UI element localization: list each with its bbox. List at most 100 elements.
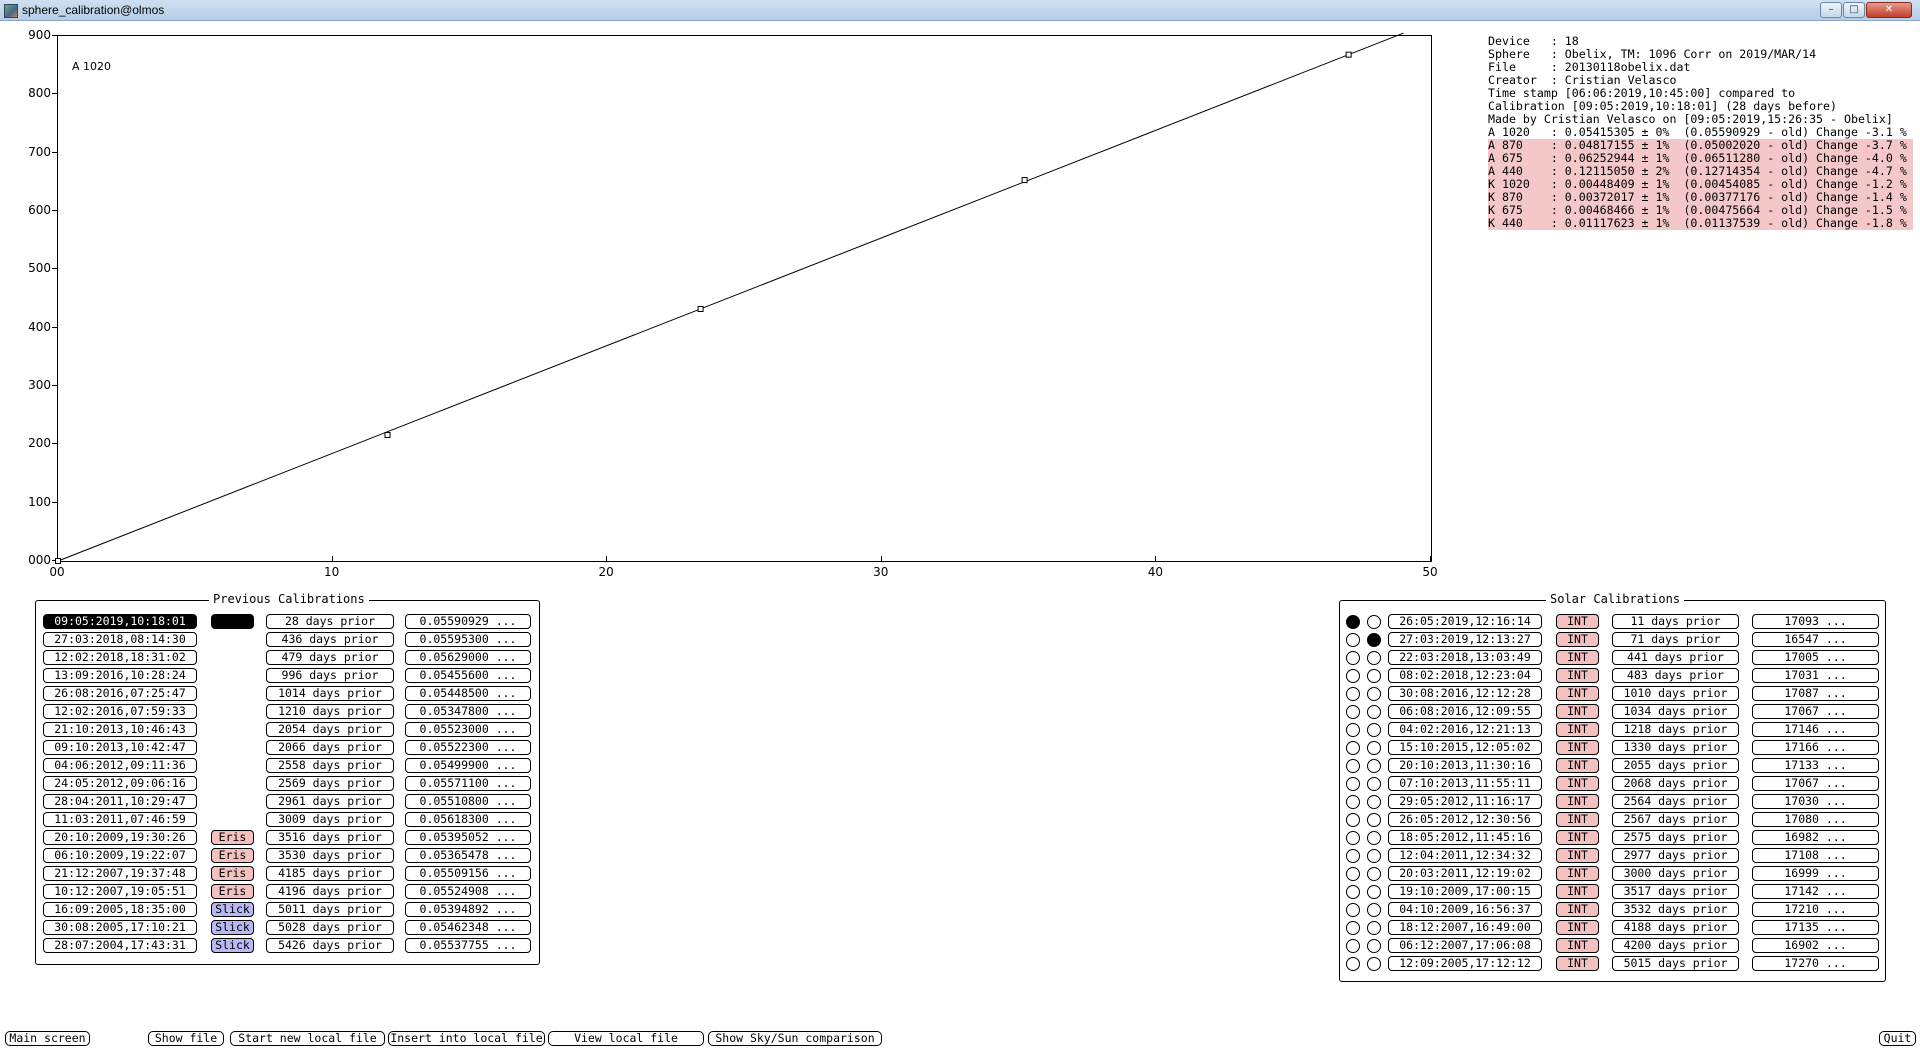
solar-value-button[interactable]: 17030 ... <box>1752 794 1879 809</box>
first-selection-radio[interactable] <box>1346 867 1360 881</box>
calibration-value-button[interactable]: 0.05595300 ... <box>405 632 531 647</box>
solar-type-tag[interactable]: INT <box>1556 830 1599 845</box>
second-selection-radio[interactable] <box>1367 867 1381 881</box>
calibration-date-button[interactable]: 30:08:2005,17:10:21 <box>43 920 197 935</box>
second-selection-radio[interactable] <box>1367 777 1381 791</box>
solar-type-tag[interactable]: INT <box>1556 866 1599 881</box>
solar-date-button[interactable]: 26:05:2012,12:30:56 <box>1388 812 1542 827</box>
solar-value-button[interactable]: 17031 ... <box>1752 668 1879 683</box>
solar-value-button[interactable]: 17005 ... <box>1752 650 1879 665</box>
solar-date-button[interactable]: 15:10:2015,12:05:02 <box>1388 740 1542 755</box>
solar-value-button[interactable]: 17108 ... <box>1752 848 1879 863</box>
solar-value-button[interactable]: 17093 ... <box>1752 614 1879 629</box>
calibration-value-button[interactable]: 0.05448500 ... <box>405 686 531 701</box>
first-selection-radio[interactable] <box>1346 651 1360 665</box>
quit-button[interactable]: Quit <box>1879 1031 1916 1046</box>
calibration-date-button[interactable]: 04:06:2012,09:11:36 <box>43 758 197 773</box>
second-selection-radio[interactable] <box>1367 759 1381 773</box>
calibration-date-button[interactable]: 24:05:2012,09:06:16 <box>43 776 197 791</box>
calibration-date-button[interactable]: 12:02:2016,07:59:33 <box>43 704 197 719</box>
solar-type-tag[interactable]: INT <box>1556 776 1599 791</box>
second-selection-radio[interactable] <box>1367 795 1381 809</box>
second-selection-radio[interactable] <box>1367 723 1381 737</box>
solar-date-button[interactable]: 12:04:2011,12:34:32 <box>1388 848 1542 863</box>
solar-type-tag[interactable]: INT <box>1556 920 1599 935</box>
first-selection-radio[interactable] <box>1346 885 1360 899</box>
solar-value-button[interactable]: 17146 ... <box>1752 722 1879 737</box>
calibration-date-button[interactable]: 12:02:2018,18:31:02 <box>43 650 197 665</box>
solar-date-button[interactable]: 18:05:2012,11:45:16 <box>1388 830 1542 845</box>
calibration-date-button[interactable]: 20:10:2009,19:30:26 <box>43 830 197 845</box>
solar-value-button[interactable]: 17067 ... <box>1752 776 1879 791</box>
first-selection-radio[interactable] <box>1346 759 1360 773</box>
solar-date-button[interactable]: 04:02:2016,12:21:13 <box>1388 722 1542 737</box>
calibration-value-button[interactable]: 0.05462348 ... <box>405 920 531 935</box>
solar-value-button[interactable]: 17270 ... <box>1752 956 1879 971</box>
second-selection-radio[interactable] <box>1367 885 1381 899</box>
calibration-date-button[interactable]: 10:12:2007,19:05:51 <box>43 884 197 899</box>
solar-type-tag[interactable]: INT <box>1556 740 1599 755</box>
solar-type-tag[interactable]: INT <box>1556 794 1599 809</box>
calibration-source-tag[interactable]: Eris <box>211 884 254 899</box>
calibration-source-tag[interactable]: Eris <box>211 848 254 863</box>
solar-value-button[interactable]: 17080 ... <box>1752 812 1879 827</box>
second-selection-radio[interactable] <box>1367 939 1381 953</box>
solar-date-button[interactable]: 30:08:2016,12:12:28 <box>1388 686 1542 701</box>
first-selection-radio[interactable] <box>1346 957 1360 971</box>
first-selection-radio[interactable] <box>1346 813 1360 827</box>
first-selection-radio[interactable] <box>1346 741 1360 755</box>
calibration-value-button[interactable]: 0.05365478 ... <box>405 848 531 863</box>
calibration-source-tag[interactable]: Eris <box>211 866 254 881</box>
solar-value-button[interactable]: 16902 ... <box>1752 938 1879 953</box>
first-selection-radio[interactable] <box>1346 903 1360 917</box>
first-selection-radio[interactable] <box>1346 669 1360 683</box>
solar-type-tag[interactable]: INT <box>1556 650 1599 665</box>
calibration-value-button[interactable]: 0.05590929 ... <box>405 614 531 629</box>
calibration-date-button[interactable]: 21:10:2013,10:46:43 <box>43 722 197 737</box>
close-button[interactable]: ✕ <box>1866 2 1912 18</box>
first-selection-radio[interactable] <box>1346 849 1360 863</box>
calibration-value-button[interactable]: 0.05523000 ... <box>405 722 531 737</box>
solar-date-button[interactable]: 26:05:2019,12:16:14 <box>1388 614 1542 629</box>
solar-value-button[interactable]: 17067 ... <box>1752 704 1879 719</box>
solar-type-tag[interactable]: INT <box>1556 704 1599 719</box>
first-selection-radio[interactable] <box>1346 921 1360 935</box>
solar-date-button[interactable]: 18:12:2007,16:49:00 <box>1388 920 1542 935</box>
show-file-button[interactable]: Show file <box>148 1031 224 1046</box>
solar-type-tag[interactable]: INT <box>1556 722 1599 737</box>
solar-value-button[interactable]: 16982 ... <box>1752 830 1879 845</box>
first-selection-radio[interactable] <box>1346 687 1360 701</box>
solar-value-button[interactable]: 17135 ... <box>1752 920 1879 935</box>
solar-value-button[interactable]: 17166 ... <box>1752 740 1879 755</box>
calibration-source-tag[interactable]: Slick <box>211 920 254 935</box>
calibration-source-tag[interactable]: Slick <box>211 902 254 917</box>
first-selection-radio[interactable] <box>1346 831 1360 845</box>
second-selection-radio[interactable] <box>1367 813 1381 827</box>
solar-value-button[interactable]: 17210 ... <box>1752 902 1879 917</box>
calibration-value-button[interactable]: 0.05537755 ... <box>405 938 531 953</box>
second-selection-radio[interactable] <box>1367 957 1381 971</box>
solar-value-button[interactable]: 17133 ... <box>1752 758 1879 773</box>
solar-date-button[interactable]: 06:12:2007,17:06:08 <box>1388 938 1542 953</box>
calibration-date-button[interactable]: 16:09:2005,18:35:00 <box>43 902 197 917</box>
maximize-button[interactable]: □ <box>1843 2 1865 18</box>
solar-date-button[interactable]: 07:10:2013,11:55:11 <box>1388 776 1542 791</box>
second-selection-radio[interactable] <box>1367 849 1381 863</box>
second-selection-radio[interactable] <box>1367 669 1381 683</box>
solar-date-button[interactable]: 19:10:2009,17:00:15 <box>1388 884 1542 899</box>
second-selection-radio[interactable] <box>1367 831 1381 845</box>
solar-type-tag[interactable]: INT <box>1556 758 1599 773</box>
calibration-value-button[interactable]: 0.05524908 ... <box>405 884 531 899</box>
calibration-date-button[interactable]: 28:07:2004,17:43:31 <box>43 938 197 953</box>
first-selection-radio[interactable] <box>1346 777 1360 791</box>
solar-date-button[interactable]: 20:03:2011,12:19:02 <box>1388 866 1542 881</box>
second-selection-radio[interactable] <box>1367 903 1381 917</box>
solar-date-button[interactable]: 29:05:2012,11:16:17 <box>1388 794 1542 809</box>
calibration-date-button[interactable]: 09:05:2019,10:18:01 <box>43 614 197 629</box>
calibration-value-button[interactable]: 0.05571100 ... <box>405 776 531 791</box>
calibration-date-button[interactable]: 11:03:2011,07:46:59 <box>43 812 197 827</box>
main-screen-button[interactable]: Main screen <box>5 1031 90 1046</box>
solar-date-button[interactable]: 06:08:2016,12:09:55 <box>1388 704 1542 719</box>
solar-date-button[interactable]: 04:10:2009,16:56:37 <box>1388 902 1542 917</box>
second-selection-radio[interactable] <box>1367 651 1381 665</box>
